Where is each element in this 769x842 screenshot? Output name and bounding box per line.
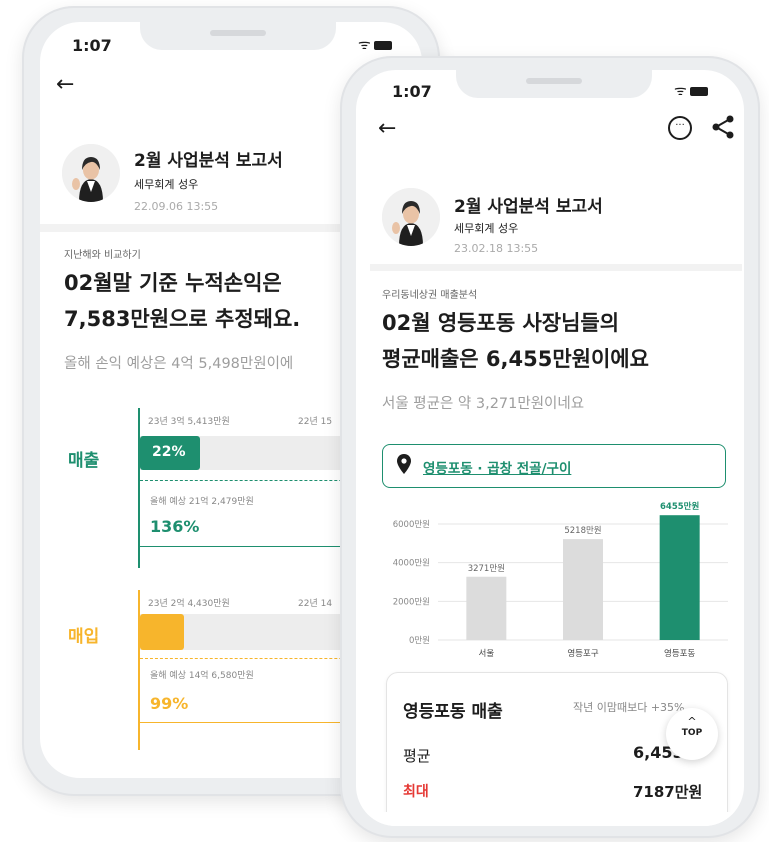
purchase-forecast-caption: 올해 예상 14억 6,580만원	[150, 671, 254, 681]
x-tick-label: 영등포동	[664, 648, 695, 659]
sales-label: 매출	[68, 451, 100, 471]
headline-line2: 7,583만원으로 추정돼요.	[64, 307, 301, 331]
scroll-top-button[interactable]: ^ TOP	[666, 708, 718, 760]
sales-forecast-pct: 136%	[150, 517, 200, 536]
section-divider	[370, 264, 742, 271]
chevron-up-icon: ^	[687, 715, 697, 728]
headline-line1: 02월말 기준 누적손익은	[64, 271, 282, 295]
purchase-current-caption: 23년 2억 4,430만원	[148, 599, 230, 609]
purchase-current-bar	[140, 614, 184, 650]
speaker	[210, 30, 266, 36]
share-icon[interactable]	[710, 114, 736, 144]
location-text[interactable]: 영등포동 · 곱창 전골/구이	[423, 457, 571, 477]
location-pin-glyph	[397, 454, 411, 474]
avatar	[382, 188, 440, 246]
back-arrow-icon[interactable]: ←	[56, 74, 74, 96]
average-label: 평균	[403, 747, 431, 765]
card-compare: 작년 이맘때보다 +35%	[573, 701, 685, 714]
report-author: 세무회계 성우	[134, 178, 199, 191]
report-title: 2월 사업분석 보고서	[454, 197, 603, 217]
report-title: 2월 사업분석 보고서	[134, 151, 283, 171]
status-icons: ᯤ	[674, 81, 708, 100]
report-date: 23.02.18 13:55	[454, 242, 539, 255]
back-arrow-icon[interactable]: ←	[378, 118, 396, 140]
wifi-icon: ᯤ	[358, 37, 374, 53]
profile-photo	[62, 144, 120, 202]
purchase-prev-caption: 22년 14	[298, 599, 333, 609]
top-label: TOP	[681, 728, 703, 738]
sales-prev-caption: 22년 15	[298, 417, 333, 427]
bar	[466, 576, 507, 640]
max-value: 7187만원	[633, 783, 703, 801]
chat-icon[interactable]: ···	[668, 116, 692, 140]
y-tick-label: 0만원	[409, 636, 430, 646]
headline-line1: 02월 영등포동 사장님들의	[382, 311, 620, 335]
regional-sales-bar-chart: 0만원 2000만원 4000만원 6000만원 3271만원서울 5218만원영등포구 6…	[393, 501, 728, 659]
sales-current-caption: 23년 3억 5,413만원	[148, 417, 230, 427]
status-time: 1:07	[392, 82, 432, 101]
right-phone-frame: 1:07 ᯤ ← ··· 2월 사업분석 보고서 세무회계 성우 23.02.1…	[340, 56, 760, 838]
seoul-average-subline: 서울 평균은 약 3,271만원이네요	[382, 396, 585, 412]
bar-value-label: 6455만원	[660, 501, 699, 512]
report-date: 22.09.06 13:55	[134, 200, 219, 213]
location-selector[interactable]: 영등포동 · 곱창 전골/구이	[382, 444, 726, 488]
right-phone-screen: 1:07 ᯤ ← ··· 2월 사업분석 보고서 세무회계 성우 23.02.1…	[356, 70, 744, 826]
y-tick-label: 6000만원	[393, 520, 430, 530]
purchase-forecast-pct: 99%	[150, 694, 189, 713]
x-tick-label: 서울	[479, 649, 495, 659]
sales-current-pct: 22%	[152, 444, 186, 460]
share-icon-glyph	[712, 115, 734, 139]
section-label: 우리동네상권 매출분석	[382, 290, 478, 301]
bottom-edge	[356, 812, 744, 826]
card-title: 영등포동 매출	[403, 702, 503, 722]
bar-value-label: 5218만원	[564, 526, 601, 536]
purchase-label: 매입	[68, 627, 100, 647]
avatar	[62, 144, 120, 202]
headline-line2: 평균매출은 6,455만원이에요	[382, 347, 649, 371]
forecast-subline: 올해 손익 예상은 4억 5,498만원이에	[64, 356, 294, 372]
compare-label: 지난해와 비교하기	[64, 250, 141, 261]
notch	[456, 70, 652, 98]
bar-value-label: 3271만원	[468, 564, 505, 574]
sales-forecast-caption: 올해 예상 21억 2,479만원	[150, 497, 254, 507]
battery-icon	[373, 40, 392, 50]
max-label: 최대	[403, 784, 429, 800]
wifi-icon: ᯤ	[674, 83, 690, 99]
notch	[140, 22, 336, 50]
report-author: 세무회계 성우	[454, 222, 519, 235]
x-tick-label: 영등포구	[567, 648, 598, 659]
speaker	[526, 78, 582, 84]
sales-current-bar: 22%	[140, 436, 200, 470]
status-time: 1:07	[72, 36, 112, 55]
bar	[563, 539, 603, 640]
profile-photo	[382, 188, 440, 246]
sales-axis-line	[138, 408, 140, 568]
y-tick-label: 4000만원	[393, 559, 430, 569]
status-icons: ᯤ	[358, 35, 392, 54]
location-pin-icon	[397, 454, 411, 478]
battery-icon	[689, 86, 708, 96]
y-tick-label: 2000만원	[393, 597, 430, 607]
bar	[659, 515, 700, 640]
